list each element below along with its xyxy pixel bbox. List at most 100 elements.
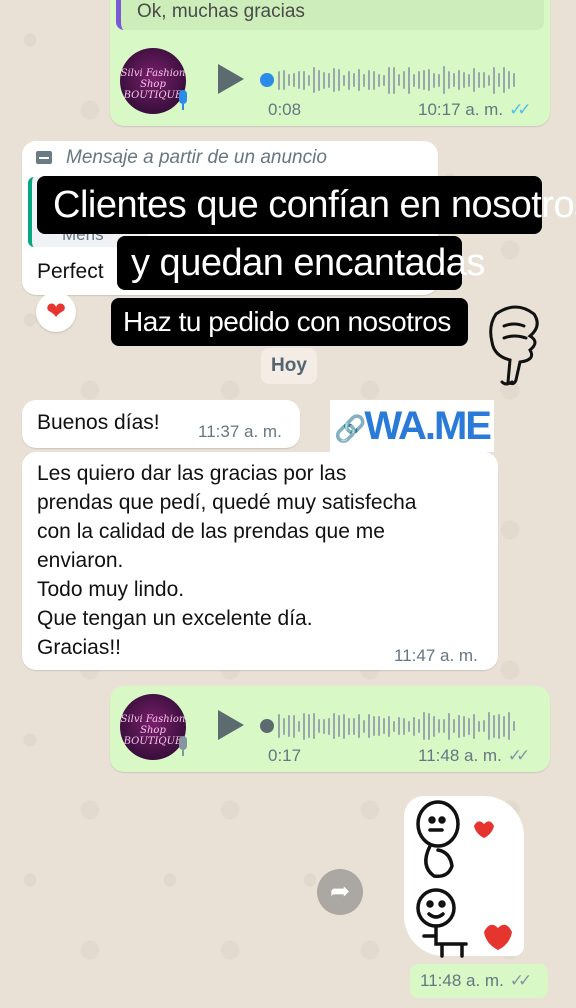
forward-icon[interactable]: ➦ — [317, 869, 363, 915]
time-text: 10:17 a. m. — [418, 100, 504, 119]
microphone-icon — [176, 90, 190, 112]
waveform-bar — [513, 721, 515, 731]
waveform-bar — [383, 74, 385, 86]
quoted-reply[interactable]: Ok, muchas gracias — [116, 0, 544, 30]
waveform-bar — [308, 714, 310, 738]
overlay-headline-1: Clientes que confían en nosotros — [37, 176, 576, 234]
waveform-bar — [353, 73, 355, 87]
ad-icon — [36, 151, 52, 164]
waveform-bar — [443, 66, 445, 94]
waveform-bar — [378, 716, 380, 736]
link-icon: 🔗 — [334, 413, 366, 444]
waveform-bar — [428, 712, 430, 740]
waveform-bar — [413, 716, 415, 736]
audio-message-2[interactable]: Silvi Fashion Shop BOUTIQUE 0:17 11:48 a… — [110, 686, 550, 772]
waveform-bar — [313, 713, 315, 739]
message-time: 10:17 a. m. ✓✓ — [418, 100, 531, 120]
waveform-bar — [453, 73, 455, 87]
thanks-message[interactable]: Les quiero dar las gracias por las prend… — [22, 452, 498, 670]
greeting-message[interactable]: Buenos días! 11:37 a. m. — [22, 400, 300, 448]
read-ticks-icon: ✓✓ — [509, 100, 531, 119]
date-divider: Hoy — [261, 348, 317, 384]
waveform-bar — [393, 720, 395, 732]
waveform-bar — [318, 69, 320, 91]
waveform-bar — [333, 68, 335, 92]
waveform-bar — [493, 66, 495, 94]
waveform-bar — [463, 715, 465, 737]
waveform-bar — [348, 717, 350, 735]
waveform-bar — [458, 70, 460, 90]
waveform-bar — [388, 66, 390, 94]
waveform-bar — [393, 66, 395, 94]
play-icon[interactable] — [218, 64, 244, 94]
heart-reaction[interactable]: ❤ — [36, 292, 76, 332]
waveform-bar — [338, 69, 340, 91]
playback-position-dot[interactable] — [260, 73, 274, 87]
waveform-bar — [423, 712, 425, 740]
waveform-bar — [388, 715, 390, 737]
waveform-bar — [498, 73, 500, 87]
waveform-bar — [288, 715, 290, 737]
overlay-cta: Haz tu pedido con nosotros — [111, 298, 468, 346]
waveform-bar — [438, 73, 440, 87]
waveform-bar — [463, 72, 465, 88]
waveform-bar — [328, 717, 330, 735]
waveform-bar — [373, 716, 375, 736]
waveform-bar — [478, 72, 480, 88]
thanks-line: prendas que pedí, quedé muy satisfecha — [37, 491, 417, 514]
waveform-bar — [283, 70, 285, 90]
thanks-line: Les quiero dar las gracias por las — [37, 462, 347, 485]
overlay-headline-2: y quedan encantadas — [117, 236, 485, 290]
audio-message-1[interactable]: Ok, muchas gracias Silvi Fashion Shop BO… — [110, 0, 550, 126]
wame-label: WA.ME — [364, 404, 492, 448]
waveform[interactable] — [278, 65, 515, 95]
hand-pointing-down-icon — [489, 305, 539, 386]
waveform-bar — [278, 714, 280, 738]
waveform-bar — [323, 718, 325, 734]
waveform-bar — [298, 71, 300, 89]
play-icon[interactable] — [218, 710, 244, 740]
waveform-bar — [303, 70, 305, 90]
waveform-bar — [458, 714, 460, 738]
waveform-bar — [358, 69, 360, 91]
playback-position-dot[interactable] — [260, 719, 274, 733]
waveform-bar — [443, 719, 445, 733]
waveform-bar — [453, 719, 455, 733]
waveform-bar — [473, 68, 475, 92]
waveform[interactable] — [278, 711, 515, 741]
waveform-bar — [383, 718, 385, 734]
ad-message-header: Mensaje a partir de un anuncio — [66, 147, 327, 168]
waveform-bar — [363, 73, 365, 87]
waveform-bar — [403, 717, 405, 735]
waveform-bar — [408, 720, 410, 732]
sticker-time-chip: 11:48 a. m. ✓✓ — [410, 964, 548, 998]
waveform-bar — [483, 72, 485, 88]
waveform-bar — [303, 712, 305, 740]
waveform-bar — [478, 720, 480, 732]
waveform-bar — [508, 71, 510, 89]
waveform-bar — [353, 717, 355, 735]
greeting-text: Buenos días! — [37, 411, 160, 434]
delivered-ticks-icon: ✓✓ — [509, 971, 532, 990]
waveform-bar — [408, 66, 410, 94]
waveform-bar — [338, 715, 340, 737]
microphone-icon — [176, 736, 190, 758]
waveform-bar — [433, 72, 435, 88]
waveform-bar — [418, 719, 420, 733]
waveform-bar — [413, 73, 415, 87]
waveform-bar — [343, 74, 345, 86]
waveform-bar — [288, 74, 290, 86]
waveform-bar — [323, 71, 325, 89]
waveform-bar — [308, 74, 310, 86]
waveform-bar — [293, 714, 295, 738]
waveform-bar — [428, 69, 430, 91]
wame-link-badge[interactable]: 🔗WA.ME — [330, 400, 494, 452]
waveform-bar — [468, 73, 470, 87]
waveform-bar — [403, 71, 405, 89]
waveform-bar — [448, 71, 450, 89]
waveform-bar — [318, 719, 320, 733]
sticker-drawing — [416, 800, 512, 958]
waveform-bar — [378, 73, 380, 87]
audio-duration: 0:17 — [268, 746, 302, 765]
waveform-bar — [438, 719, 440, 733]
